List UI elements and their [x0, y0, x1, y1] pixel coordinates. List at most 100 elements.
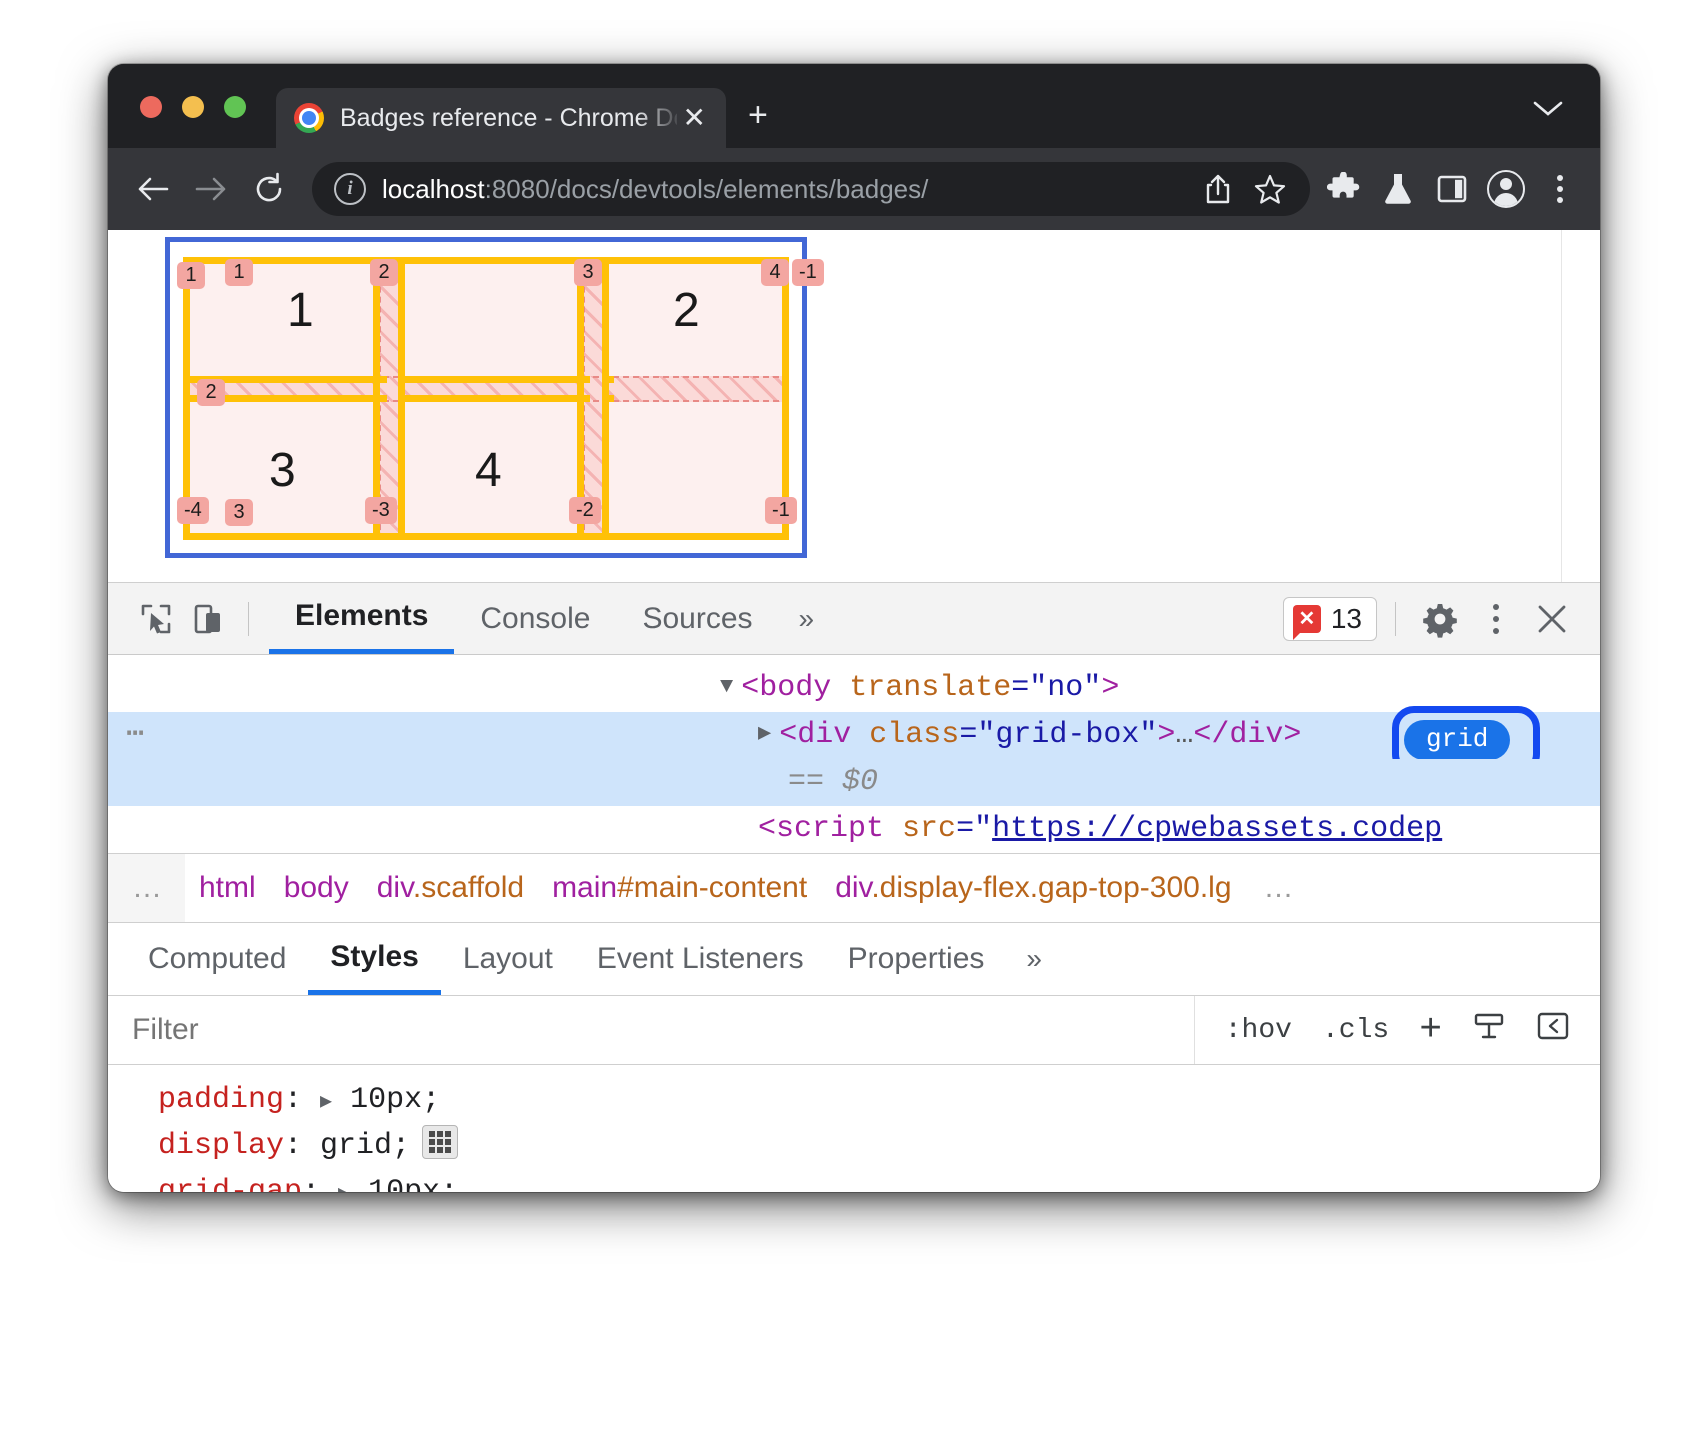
close-window-button[interactable] [140, 96, 162, 118]
filter-input[interactable]: Filter [108, 996, 1195, 1064]
css-declaration-display[interactable]: display: grid; [158, 1123, 1600, 1169]
tab-elements[interactable]: Elements [269, 583, 454, 654]
breadcrumb-item-div-scaffold[interactable]: div.scaffold [363, 871, 538, 905]
dom-tree: ▼<body translate="no"> ⋯ ▶<div class="gr… [108, 655, 1600, 853]
tab-properties[interactable]: Properties [826, 924, 1007, 995]
dom-row-body[interactable]: ▼<body translate="no"> [108, 665, 1600, 712]
window-traffic-lights [140, 96, 246, 118]
tab-event-listeners[interactable]: Event Listeners [575, 924, 826, 995]
breadcrumb-html-main: html [199, 871, 256, 904]
browser-tab[interactable]: Badges reference - Chrome De ✕ [276, 88, 726, 148]
reload-button[interactable] [246, 166, 292, 212]
css-value-grid-gap[interactable]: 10px; [368, 1175, 458, 1192]
css-declarations: padding: ▶ 10px; display: grid; grid-gap… [108, 1065, 1600, 1192]
menu-icon[interactable] [1536, 165, 1584, 213]
css-property-grid-gap[interactable]: grid-gap [158, 1175, 302, 1192]
breadcrumb-item-body[interactable]: body [270, 871, 363, 905]
back-button[interactable] [130, 166, 176, 212]
grid-line-badge-bottom-neg-4: -4 [177, 497, 209, 524]
breadcrumb-item-main-content[interactable]: main#main-content [538, 871, 821, 905]
url-path: :8080/docs/devtools/elements/badges/ [485, 174, 929, 204]
forward-button[interactable] [188, 166, 234, 212]
chevron-down-icon[interactable] [1532, 98, 1564, 123]
dom-row-script[interactable]: <script src="https://cpwebassets.codep [108, 806, 1600, 853]
maximize-window-button[interactable] [224, 96, 246, 118]
tab-computed[interactable]: Computed [126, 924, 308, 995]
extensions-icon[interactable] [1320, 165, 1368, 213]
labs-icon[interactable] [1374, 165, 1422, 213]
toggle-sidebar-icon[interactable] [1524, 1009, 1582, 1052]
grid-line-col3-left [602, 257, 609, 540]
breadcrumb-trailing-dots[interactable]: … [1246, 871, 1315, 905]
tab-console[interactable]: Console [454, 583, 616, 654]
css-property-display[interactable]: display [158, 1129, 284, 1163]
css-value-display[interactable]: grid; [320, 1129, 410, 1163]
grid-gap-expander-icon[interactable]: ▶ [338, 1183, 350, 1192]
inspect-cursor-icon[interactable] [130, 593, 182, 645]
page-viewport: 1 2 3 4 1 1 2 3 4 -1 2 -4 3 -3 -2 -1 [108, 230, 1600, 582]
breadcrumb-overflow-dots[interactable]: … [108, 854, 185, 922]
avatar [1487, 170, 1525, 208]
cls-button[interactable]: .cls [1310, 1015, 1401, 1046]
css-declaration-padding[interactable]: padding: ▶ 10px; [158, 1077, 1600, 1123]
grid-line-badge-bottom-neg-3: -3 [365, 497, 397, 524]
grid-overlay: 1 2 3 4 1 1 2 3 4 -1 2 -4 3 -3 -2 -1 [165, 237, 807, 558]
dollar-zero-label: == $0 [108, 765, 878, 799]
device-toolbar-icon[interactable] [182, 593, 234, 645]
grid-line-col2-left [398, 257, 405, 540]
dom-row-selected-div[interactable]: ⋯ ▶<div class="grid-box">…</div> grid [108, 712, 1600, 759]
breadcrumb-item-display-flex[interactable]: div.display-flex.gap-top-300.lg [821, 871, 1245, 905]
computed-styles-sidebar-icon[interactable] [1460, 1009, 1518, 1052]
attr-name-2: class [869, 718, 959, 752]
grid-line-badge-col-1-outer: 1 [177, 262, 205, 289]
tab-styles[interactable]: Styles [308, 924, 440, 995]
site-info-icon[interactable]: i [334, 173, 366, 205]
dom-row-dollar-zero: == $0 [108, 759, 1600, 806]
share-icon[interactable] [1194, 165, 1242, 213]
grid-line-top [183, 257, 789, 264]
tab-sources[interactable]: Sources [616, 583, 778, 654]
close-icon[interactable] [1526, 593, 1578, 645]
breadcrumb-main-sub: #main-content [617, 871, 807, 904]
script-open-tag: <script [758, 812, 884, 846]
styles-filter-bar: Filter :hov .cls + [108, 996, 1600, 1065]
css-declaration-grid-gap[interactable]: grid-gap: ▶ 10px; [158, 1169, 1600, 1192]
hov-button[interactable]: :hov [1213, 1015, 1304, 1046]
error-count-badge[interactable]: ✕ 13 [1283, 597, 1377, 641]
grid-overlay-toggle-icon[interactable] [422, 1125, 458, 1159]
star-icon[interactable] [1246, 165, 1294, 213]
new-tab-button[interactable]: + [748, 98, 768, 132]
grid-cell-number-1: 1 [287, 283, 314, 338]
page-scrollbar-gutter[interactable] [1561, 230, 1600, 582]
attr-name: translate [849, 671, 1011, 705]
gear-icon[interactable] [1414, 593, 1466, 645]
side-panel-icon[interactable] [1428, 165, 1476, 213]
dom-row-div-content: ▶<div class="grid-box">…</div> [108, 718, 1301, 752]
tab-layout[interactable]: Layout [441, 924, 575, 995]
grid-badge[interactable]: grid [1404, 720, 1510, 760]
url-host: localhost [382, 174, 485, 204]
profile-icon[interactable] [1482, 165, 1530, 213]
css-property-padding[interactable]: padding [158, 1083, 284, 1117]
breadcrumb-item-html[interactable]: html [185, 871, 270, 905]
toolbar-divider-2 [1395, 602, 1396, 636]
address-bar[interactable]: i localhost:8080/docs/devtools/elements/… [312, 162, 1310, 216]
collapsed-children-ellipsis[interactable]: … [1175, 718, 1193, 752]
devtools-tab-list: Elements Console Sources » [269, 583, 834, 654]
minimize-window-button[interactable] [182, 96, 204, 118]
expand-triangle-icon[interactable]: ▼ [720, 663, 733, 710]
grid-line-badge-row-1: 1 [225, 259, 253, 286]
more-tabs-icon[interactable]: » [779, 603, 835, 635]
kebab-menu-icon[interactable] [1470, 593, 1522, 645]
padding-expander-icon[interactable]: ▶ [320, 1091, 332, 1114]
styles-more-tabs-icon[interactable]: » [1006, 943, 1062, 975]
error-count: 13 [1331, 603, 1362, 635]
tab-close-icon[interactable]: ✕ [677, 100, 712, 136]
dom-overflow-dots[interactable]: ⋯ [126, 712, 147, 759]
script-attr-name: src [902, 812, 956, 846]
new-style-rule-button[interactable]: + [1407, 1009, 1454, 1052]
script-src-link[interactable]: https://cpwebassets.codep [992, 812, 1442, 846]
collapse-triangle-icon[interactable]: ▶ [758, 710, 771, 757]
css-value-padding[interactable]: 10px; [350, 1083, 440, 1117]
grid-cell-number-2: 2 [673, 283, 700, 338]
